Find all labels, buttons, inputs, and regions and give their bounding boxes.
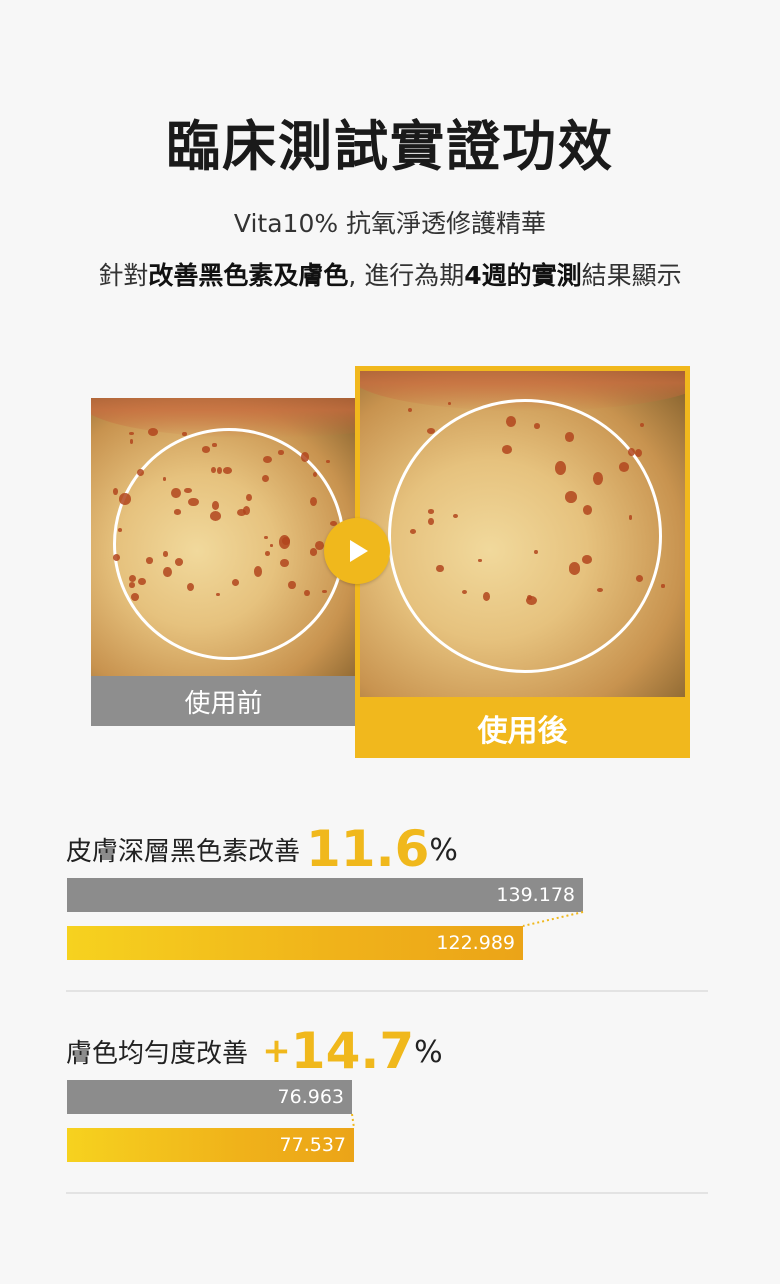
connector-line <box>522 911 584 927</box>
connector-lines <box>351 911 584 1129</box>
connector-line <box>351 1113 355 1129</box>
